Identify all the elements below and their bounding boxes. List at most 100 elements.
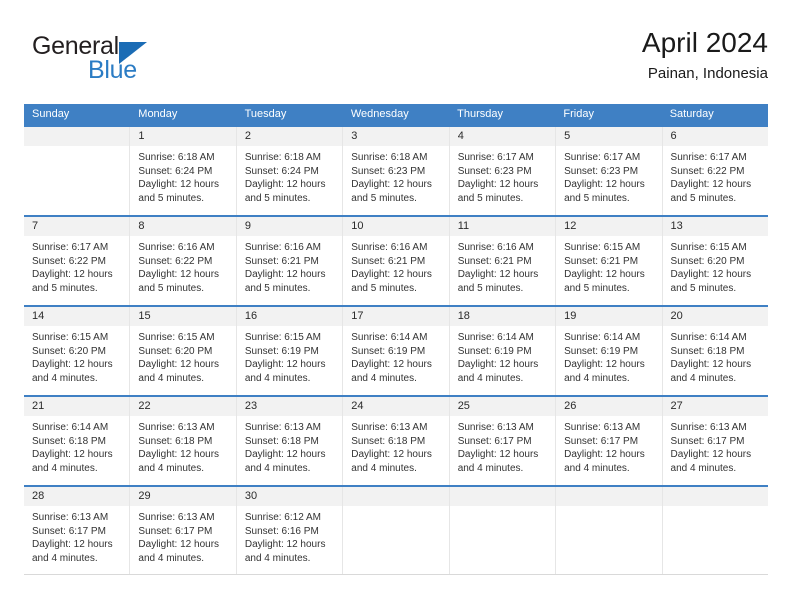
day-detail-line: Daylight: 12 hours — [351, 359, 432, 371]
day-detail-line: Sunrise: 6:17 AM — [564, 152, 641, 163]
weekday-header-tuesday: Tuesday — [244, 108, 287, 120]
day-detail-line: Sunrise: 6:13 AM — [457, 422, 534, 433]
page-header: General Blue April 2024 Painan, Indonesi… — [24, 26, 768, 88]
day-details: Sunrise: 6:15 AM Sunset: 6:21 PM Daylight:… — [556, 236, 661, 295]
day-detail-line: Sunrise: 6:15 AM — [670, 242, 747, 253]
day-details: Sunrise: 6:18 AM Sunset: 6:24 PM Daylight:… — [130, 146, 235, 205]
day-cell-8[interactable]: 8 Sunrise: 6:16 AM Sunset: 6:22 PM Daylight… — [130, 217, 237, 305]
weekday-header-friday: Friday — [563, 108, 594, 120]
day-detail-line: Sunrise: 6:13 AM — [670, 422, 747, 433]
day-cell-28[interactable]: 28 Sunrise: 6:13 AM Sunset: 6:17 PM Dayligh… — [24, 487, 131, 574]
day-cell-9[interactable]: 9 Sunrise: 6:16 AM Sunset: 6:21 PM Daylight… — [236, 217, 344, 305]
day-cell-27[interactable]: 27 Sunrise: 6:13 AM Sunset: 6:17 PM Dayligh… — [662, 397, 768, 485]
weekday-header-sunday: Sunday — [32, 108, 70, 120]
day-detail-line: Sunrise: 6:13 AM — [564, 422, 641, 433]
day-cell-29[interactable]: 29 Sunrise: 6:13 AM Sunset: 6:17 PM Dayligh… — [130, 487, 237, 574]
day-details — [556, 506, 661, 511]
day-cell-25[interactable]: 25 Sunrise: 6:13 AM Sunset: 6:17 PM Dayligh… — [449, 397, 557, 485]
day-cell-22[interactable]: 22 Sunrise: 6:13 AM Sunset: 6:18 PM Dayligh… — [130, 397, 237, 485]
day-cell-17[interactable]: 17 Sunrise: 6:14 AM Sunset: 6:19 PM Dayligh… — [343, 307, 450, 395]
day-detail-line: Sunrise: 6:17 AM — [670, 152, 747, 163]
day-detail-line: and 5 minutes. — [138, 282, 205, 294]
day-detail-line: Sunrise: 6:13 AM — [138, 422, 215, 433]
calendar-page: General Blue April 2024 Painan, Indonesi… — [0, 0, 792, 612]
day-detail-line: Daylight: 12 hours — [670, 359, 752, 371]
day-details: Sunrise: 6:16 AM Sunset: 6:21 PM Daylight:… — [450, 236, 555, 295]
day-cell-6[interactable]: 6 Sunrise: 6:17 AM Sunset: 6:22 PM Daylight… — [662, 127, 768, 215]
day-detail-line: Daylight: 12 hours — [138, 269, 220, 281]
day-cell-19[interactable]: 19 Sunrise: 6:14 AM Sunset: 6:19 PM Dayligh… — [556, 307, 663, 395]
day-details: Sunrise: 6:13 AM Sunset: 6:18 PM Daylight:… — [343, 416, 448, 475]
day-detail-line: Daylight: 12 hours — [670, 269, 752, 281]
day-detail-line: Sunrise: 6:14 AM — [564, 332, 641, 343]
day-cell-11[interactable]: 11 Sunrise: 6:16 AM Sunset: 6:21 PM Dayligh… — [449, 217, 557, 305]
day-number: 11 — [449, 217, 556, 236]
day-cell-12[interactable]: 12 Sunrise: 6:15 AM Sunset: 6:21 PM Dayligh… — [556, 217, 663, 305]
day-number: 25 — [449, 397, 556, 416]
day-number — [662, 487, 768, 506]
day-detail-line: Daylight: 12 hours — [244, 179, 326, 191]
day-cell-18[interactable]: 18 Sunrise: 6:14 AM Sunset: 6:19 PM Dayligh… — [449, 307, 557, 395]
day-details: Sunrise: 6:17 AM Sunset: 6:22 PM Daylight:… — [24, 236, 129, 295]
day-cell-26[interactable]: 26 Sunrise: 6:13 AM Sunset: 6:17 PM Dayligh… — [556, 397, 663, 485]
day-detail-line: and 5 minutes. — [244, 282, 311, 294]
day-number: 10 — [343, 217, 449, 236]
day-cell-empty — [343, 487, 450, 574]
day-number: 4 — [449, 127, 556, 146]
day-number: 23 — [236, 397, 343, 416]
day-detail-line: and 4 minutes. — [670, 462, 737, 474]
day-cell-20[interactable]: 20 Sunrise: 6:14 AM Sunset: 6:18 PM Dayligh… — [662, 307, 768, 395]
day-detail-line: and 4 minutes. — [457, 462, 524, 474]
day-detail-line: Sunset: 6:21 PM — [351, 255, 426, 267]
day-details: Sunrise: 6:13 AM Sunset: 6:18 PM Daylight:… — [130, 416, 235, 475]
day-cell-3[interactable]: 3 Sunrise: 6:18 AM Sunset: 6:23 PM Daylight… — [343, 127, 450, 215]
day-cell-16[interactable]: 16 Sunrise: 6:15 AM Sunset: 6:19 PM Dayligh… — [236, 307, 344, 395]
brand-logo[interactable]: General Blue — [24, 32, 254, 88]
day-cell-5[interactable]: 5 Sunrise: 6:17 AM Sunset: 6:23 PM Daylight… — [556, 127, 663, 215]
day-cell-10[interactable]: 10 Sunrise: 6:16 AM Sunset: 6:21 PM Dayligh… — [343, 217, 450, 305]
day-cell-14[interactable]: 14 Sunrise: 6:15 AM Sunset: 6:20 PM Dayligh… — [24, 307, 131, 395]
day-number: 14 — [24, 307, 130, 326]
day-number: 13 — [662, 217, 768, 236]
day-cell-4[interactable]: 4 Sunrise: 6:17 AM Sunset: 6:23 PM Daylight… — [449, 127, 557, 215]
day-detail-line: Sunset: 6:17 PM — [564, 435, 639, 447]
day-cell-30[interactable]: 30 Sunrise: 6:12 AM Sunset: 6:16 PM Dayligh… — [236, 487, 344, 574]
day-detail-line: Daylight: 12 hours — [244, 539, 326, 551]
day-detail-line: Daylight: 12 hours — [457, 359, 539, 371]
day-detail-line: Sunset: 6:23 PM — [457, 165, 532, 177]
day-cell-1[interactable]: 1 Sunrise: 6:18 AM Sunset: 6:24 PM Daylight… — [130, 127, 237, 215]
day-detail-line: and 4 minutes. — [670, 372, 737, 384]
day-number: 5 — [556, 127, 662, 146]
day-number — [556, 487, 662, 506]
day-cell-2[interactable]: 2 Sunrise: 6:18 AM Sunset: 6:24 PM Daylight… — [236, 127, 344, 215]
day-detail-line: Daylight: 12 hours — [32, 269, 113, 281]
day-detail-line: Daylight: 12 hours — [670, 179, 752, 191]
day-number: 19 — [556, 307, 662, 326]
day-cell-15[interactable]: 15 Sunrise: 6:15 AM Sunset: 6:20 PM Dayligh… — [130, 307, 237, 395]
day-cell-13[interactable]: 13 Sunrise: 6:15 AM Sunset: 6:20 PM Dayligh… — [662, 217, 768, 305]
day-cell-empty — [662, 487, 768, 574]
calendar-grid: Sunday Monday Tuesday Wednesday Thursday Frid… — [24, 104, 768, 575]
day-details: Sunrise: 6:13 AM Sunset: 6:17 PM Daylight:… — [130, 506, 235, 565]
calendar-week-row: 14 Sunrise: 6:15 AM Sunset: 6:20 PM Dayligh… — [24, 305, 768, 395]
day-detail-line: Sunset: 6:21 PM — [457, 255, 532, 267]
day-detail-line: Sunrise: 6:15 AM — [138, 332, 215, 343]
day-detail-line: Sunset: 6:24 PM — [138, 165, 213, 177]
day-detail-line: and 5 minutes. — [138, 192, 205, 204]
day-number: 26 — [556, 397, 662, 416]
day-detail-line: Sunrise: 6:17 AM — [457, 152, 534, 163]
day-cell-23[interactable]: 23 Sunrise: 6:13 AM Sunset: 6:18 PM Dayligh… — [236, 397, 344, 485]
day-details — [663, 506, 768, 511]
day-cell-21[interactable]: 21 Sunrise: 6:14 AM Sunset: 6:18 PM Dayligh… — [24, 397, 131, 485]
day-cell-7[interactable]: 7 Sunrise: 6:17 AM Sunset: 6:22 PM Daylight… — [24, 217, 131, 305]
day-detail-line: Sunset: 6:18 PM — [32, 435, 106, 447]
day-detail-line: Sunset: 6:22 PM — [32, 255, 106, 267]
day-number: 2 — [236, 127, 343, 146]
day-detail-line: and 4 minutes. — [32, 372, 98, 384]
day-cell-24[interactable]: 24 Sunrise: 6:13 AM Sunset: 6:18 PM Dayligh… — [343, 397, 450, 485]
calendar-week-row: 28 Sunrise: 6:13 AM Sunset: 6:17 PM Dayligh… — [24, 485, 768, 575]
day-details: Sunrise: 6:14 AM Sunset: 6:18 PM Daylight:… — [663, 326, 768, 385]
day-detail-line: Sunset: 6:24 PM — [244, 165, 319, 177]
day-number: 24 — [343, 397, 449, 416]
day-detail-line: Daylight: 12 hours — [457, 449, 539, 461]
